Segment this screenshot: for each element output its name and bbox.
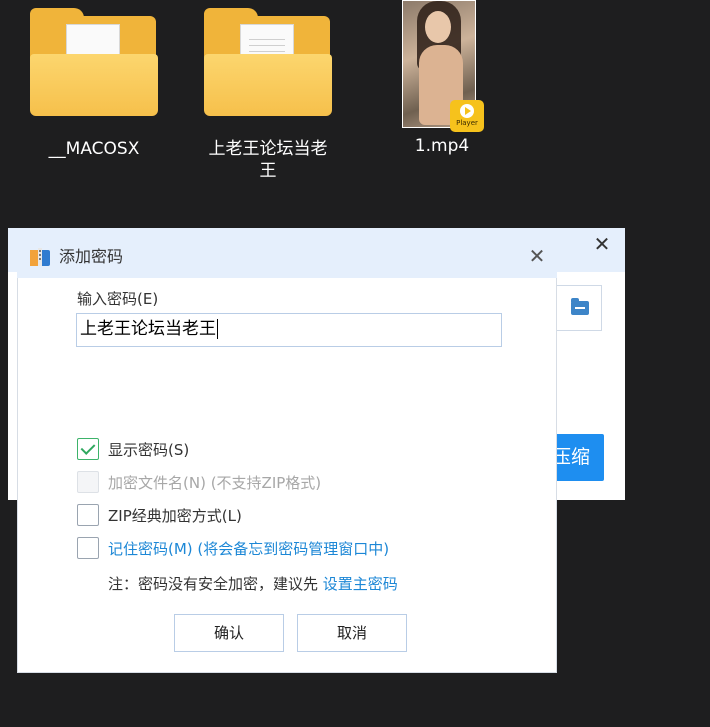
desktop-folder-macosx[interactable]: __MACOSX (28, 8, 160, 160)
player-badge-label: Player (456, 119, 478, 127)
desktop-folder-laowang[interactable]: 上老王论坛当老王 (200, 8, 336, 182)
player-badge-icon: Player (450, 100, 484, 132)
compress-button-label: 压缩 (552, 446, 591, 468)
dialog-titlebar[interactable]: 添加密码 ✕ (17, 236, 557, 278)
encrypt-filenames-checkbox (77, 471, 99, 493)
cancel-button[interactable]: 取消 (297, 614, 407, 652)
remember-password-label[interactable]: 记住密码(M) (将会备忘到密码管理窗口中) (108, 539, 389, 559)
remember-password-checkbox[interactable] (77, 537, 99, 559)
desktop-item-label: __MACOSX (48, 139, 140, 159)
ok-button[interactable]: 确认 (174, 614, 284, 652)
play-icon (460, 104, 474, 118)
set-master-password-link[interactable]: 设置主密码 (323, 575, 398, 593)
password-value: 上老王论坛当老王 (80, 319, 216, 339)
folder-open-icon (571, 298, 589, 315)
password-input[interactable]: 上老王论坛当老王 (76, 313, 502, 347)
zip-classic-encryption-label[interactable]: ZIP经典加密方式(L) (108, 506, 242, 526)
password-label: 输入密码(E) (77, 290, 159, 308)
dialog-title: 添加密码 (59, 247, 124, 266)
browse-folder-button[interactable] (556, 285, 602, 331)
show-password-label[interactable]: 显示密码(S) (108, 440, 189, 460)
dialog-close-icon[interactable]: ✕ (525, 244, 549, 268)
encrypt-filenames-label: 加密文件名(N) (不支持ZIP格式) (108, 474, 322, 492)
show-password-checkbox[interactable] (77, 438, 99, 460)
desktop-item-mp4-label[interactable]: 1.mp4 (395, 136, 489, 156)
background-close-icon[interactable]: ✕ (590, 232, 614, 256)
archive-app-icon (30, 248, 50, 266)
folder-icon (30, 8, 158, 116)
folder-icon (204, 8, 332, 116)
text-caret (217, 319, 218, 339)
security-note-text: 注：密码没有安全加密，建议先 (108, 575, 319, 593)
desktop-item-label: 上老王论坛当老王 (208, 139, 328, 181)
zip-classic-encryption-checkbox[interactable] (77, 504, 99, 526)
security-note: 注：密码没有安全加密，建议先 设置主密码 (108, 574, 398, 594)
